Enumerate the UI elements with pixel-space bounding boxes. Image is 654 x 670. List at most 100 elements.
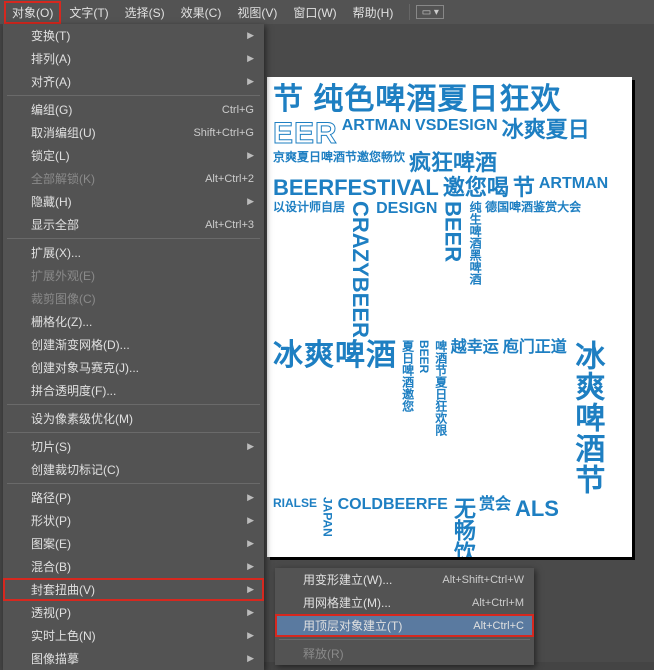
submenu-arrow-icon: ▶ <box>247 441 254 452</box>
menu-item[interactable]: 封套扭曲(V)▶ <box>3 578 264 601</box>
menu-separator <box>7 432 260 433</box>
poster-text: EER <box>273 118 338 150</box>
envelope-distort-submenu: 用变形建立(W)...Alt+Shift+Ctrl+W用网格建立(M)...Al… <box>275 568 534 665</box>
menu-item-label: 全部解锁(K) <box>31 170 95 187</box>
menu-shortcut: Alt+Ctrl+C <box>473 620 524 632</box>
object-menu-dropdown: 变换(T)▶排列(A)▶对齐(A)▶编组(G)Ctrl+G取消编组(U)Shif… <box>3 24 264 670</box>
toolbar-icon[interactable]: ▭ ▾ <box>416 5 444 19</box>
menu-item-label: 对齐(A) <box>31 73 71 90</box>
menu-item[interactable]: 栅格化(Z)... <box>3 310 264 333</box>
menu-item[interactable]: 混合(B) ▶ <box>3 555 264 578</box>
submenu-arrow-icon: ▶ <box>247 30 254 41</box>
poster-text: 以设计师自居 <box>273 201 345 338</box>
menu-item-label: 设为像素级优化(M) <box>31 410 133 427</box>
submenu-arrow-icon: ▶ <box>247 653 254 664</box>
poster-text: ALS <box>515 497 559 557</box>
poster-text: 啤酒节夏日狂欢限 <box>434 340 447 495</box>
menu-separator <box>7 404 260 405</box>
menu-item[interactable]: 锁定(L) ▶ <box>3 144 264 167</box>
menu-item-label: 用顶层对象建立(T) <box>303 617 402 634</box>
submenu-arrow-icon: ▶ <box>247 76 254 87</box>
menu-item-label: 实时上色(N) <box>31 627 96 644</box>
menu-item[interactable]: 排列(A)▶ <box>3 47 264 70</box>
menu-item[interactable]: 设为像素级优化(M) <box>3 407 264 430</box>
menu-item-label: 切片(S) <box>31 438 71 455</box>
menubar-item[interactable]: 选择(S) <box>117 1 173 24</box>
menubar-item[interactable]: 窗口(W) <box>285 1 344 24</box>
poster-content: 节 纯色啤酒夏日狂欢EERARTMANVSDESIGN冰爽夏日京爽夏日啤酒节邀您… <box>267 77 632 557</box>
menu-item[interactable]: 创建对象马赛克(J)... <box>3 356 264 379</box>
poster-text: 纯生啤酒黑啤酒 <box>469 201 482 338</box>
menu-item[interactable]: 透视(P)▶ <box>3 601 264 624</box>
menu-item-label: 混合(B) <box>31 558 71 575</box>
menu-shortcut: Alt+Ctrl+2 <box>205 173 254 185</box>
poster-text: 夏日啤酒邀您 <box>401 340 414 495</box>
menu-item[interactable]: 扩展(X)... <box>3 241 264 264</box>
menu-item-label: 图像描摹 <box>31 650 79 667</box>
menu-item[interactable]: 对齐(A) ▶ <box>3 70 264 93</box>
menu-item-label: 图案(E) <box>31 535 71 552</box>
menu-item[interactable]: 形状(P)▶ <box>3 509 264 532</box>
menu-item-label: 扩展(X)... <box>31 244 81 261</box>
menubar-item[interactable]: 效果(C) <box>173 1 230 24</box>
menu-item-label: 锁定(L) <box>31 147 70 164</box>
menu-item-label: 路径(P) <box>31 489 71 506</box>
menu-item-label: 释放(R) <box>303 645 344 662</box>
menu-item[interactable]: 图案(E)▶ <box>3 532 264 555</box>
menu-item-label: 拼合透明度(F)... <box>31 382 116 399</box>
menu-item-label: 用变形建立(W)... <box>303 571 392 588</box>
menu-item[interactable]: 取消编组(U)Shift+Ctrl+G <box>3 121 264 144</box>
menu-item[interactable]: 隐藏(H)▶ <box>3 190 264 213</box>
menu-item: 裁剪图像(C) <box>3 287 264 310</box>
menu-item[interactable]: 切片(S) ▶ <box>3 435 264 458</box>
menu-item-label: 排列(A) <box>31 50 71 67</box>
menu-item[interactable]: 显示全部Alt+Ctrl+3 <box>3 213 264 236</box>
menubar-item[interactable]: 视图(V) <box>229 1 285 24</box>
poster-text: 京爽夏日啤酒节邀您畅饮 <box>273 151 405 174</box>
artboard: 节 纯色啤酒夏日狂欢EERARTMANVSDESIGN冰爽夏日京爽夏日啤酒节邀您… <box>267 77 632 557</box>
menu-item-label: 扩展外观(E) <box>31 267 95 284</box>
menu-item: 全部解锁(K) Alt+Ctrl+2 <box>3 167 264 190</box>
menu-bar: 对象(O)文字(T)选择(S)效果(C)视图(V)窗口(W)帮助(H) ▭ ▾ <box>0 0 654 24</box>
poster-text: 邀您喝 <box>443 176 509 199</box>
menu-item-label: 用网格建立(M)... <box>303 594 391 611</box>
poster-text: CRAZYBEER <box>349 201 372 338</box>
poster-text: 疯狂啤酒 <box>409 151 497 174</box>
menubar-item[interactable]: 对象(O) <box>4 1 61 24</box>
poster-text: BEER <box>441 201 464 338</box>
menu-item[interactable]: 拼合透明度(F)... <box>3 379 264 402</box>
menu-item[interactable]: 图像描摹 ▶ <box>3 647 264 670</box>
menu-item-label: 栅格化(Z)... <box>31 313 92 330</box>
canvas-area: 节 纯色啤酒夏日狂欢EERARTMANVSDESIGN冰爽夏日京爽夏日啤酒节邀您… <box>264 24 654 662</box>
menu-item[interactable]: 变换(T)▶ <box>3 24 264 47</box>
menu-item-label: 编组(G) <box>31 101 72 118</box>
menu-item-label: 透视(P) <box>31 604 71 621</box>
poster-text: 无畅饮 <box>452 497 475 557</box>
submenu-item[interactable]: 用网格建立(M)...Alt+Ctrl+M <box>275 591 534 614</box>
submenu-arrow-icon: ▶ <box>247 150 254 161</box>
poster-text: BEERFESTIVAL <box>273 176 439 199</box>
poster-text: 赏会 <box>479 497 511 557</box>
submenu-item[interactable]: 用变形建立(W)...Alt+Shift+Ctrl+W <box>275 568 534 591</box>
menu-item-label: 创建裁切标记(C) <box>31 461 120 478</box>
poster-text: ARTMAN <box>539 176 608 199</box>
menu-item[interactable]: 实时上色(N) ▶ <box>3 624 264 647</box>
menu-item-label: 形状(P) <box>31 512 71 529</box>
submenu-arrow-icon: ▶ <box>247 630 254 641</box>
menu-item[interactable]: 创建渐变网格(D)... <box>3 333 264 356</box>
menu-separator <box>7 483 260 484</box>
poster-text: 节 <box>513 176 535 199</box>
menu-item[interactable]: 路径(P) ▶ <box>3 486 264 509</box>
menubar-item[interactable]: 帮助(H) <box>345 1 402 24</box>
menu-separator <box>7 95 260 96</box>
submenu-arrow-icon: ▶ <box>247 492 254 503</box>
menu-item[interactable]: 创建裁切标记(C) <box>3 458 264 481</box>
menu-separator <box>279 639 530 640</box>
menubar-item[interactable]: 文字(T) <box>61 1 116 24</box>
menu-item[interactable]: 编组(G)Ctrl+G <box>3 98 264 121</box>
submenu-arrow-icon: ▶ <box>247 561 254 572</box>
submenu-item[interactable]: 用顶层对象建立(T) Alt+Ctrl+C <box>275 614 534 637</box>
menu-separator <box>7 238 260 239</box>
poster-text: COLDBEERFE <box>338 497 448 557</box>
poster-text: RIALSE <box>273 497 317 557</box>
